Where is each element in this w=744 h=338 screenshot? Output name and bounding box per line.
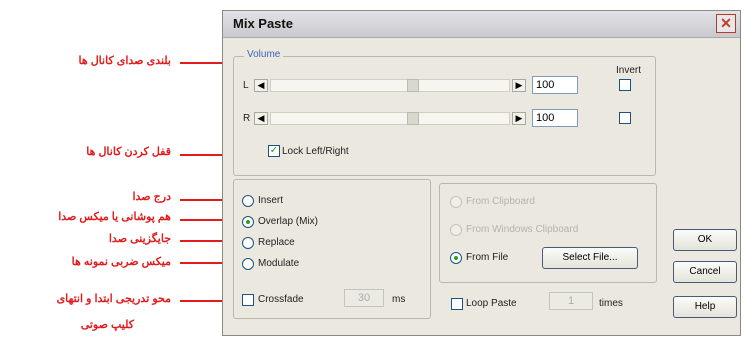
- left-slider-thumb[interactable]: [407, 79, 419, 92]
- dialog-title: Mix Paste: [233, 16, 293, 31]
- close-icon: ✕: [720, 15, 732, 31]
- left-slider-increase-button[interactable]: ▶: [512, 79, 526, 92]
- left-slider-decrease-button[interactable]: ◀: [254, 79, 268, 92]
- insert-radio[interactable]: [242, 195, 254, 207]
- right-slider-increase-button[interactable]: ▶: [512, 112, 526, 125]
- replace-radio[interactable]: [242, 237, 254, 249]
- loop-count-field[interactable]: 1: [549, 292, 593, 310]
- loop-times-label: times: [599, 298, 623, 309]
- lock-left-right-label[interactable]: Lock Left/Right: [282, 146, 349, 157]
- from-clipboard-radio[interactable]: [450, 196, 462, 208]
- from-clipboard-label[interactable]: From Clipboard: [466, 196, 535, 207]
- right-volume-field[interactable]: 100: [532, 109, 578, 127]
- loop-paste-label[interactable]: Loop Paste: [466, 298, 517, 309]
- left-volume-field[interactable]: 100: [532, 76, 578, 94]
- crossfade-checkbox[interactable]: [242, 294, 254, 306]
- right-channel-label: R: [243, 113, 251, 124]
- crossfade-label[interactable]: Crossfade: [258, 294, 304, 305]
- paste-mode-group: Insert Overlap (Mix) Replace Modulate Cr…: [233, 179, 431, 319]
- annotation-crossfade-line2: کلیپ صوتی: [80, 319, 134, 331]
- title-bar: Mix Paste ✕: [223, 11, 740, 38]
- crossfade-unit-label: ms: [392, 294, 406, 305]
- right-volume-slider[interactable]: [270, 112, 510, 125]
- annotation-crossfade-line1: محو تدریجی ابتدا و انتهای: [56, 293, 171, 305]
- volume-legend: Volume: [244, 49, 284, 60]
- volume-group: Volume Invert L ◀ ▶ 100 R ◀ ▶ 100 ✓ Lock…: [233, 49, 656, 176]
- left-invert-checkbox[interactable]: [619, 79, 631, 91]
- from-windows-clipboard-label[interactable]: From Windows Clipboard: [466, 224, 578, 235]
- loop-paste-checkbox[interactable]: [451, 298, 463, 310]
- annotation-insert: درج صدا: [132, 191, 171, 203]
- arrow-right-icon: ▶: [515, 80, 523, 90]
- help-button[interactable]: Help: [673, 296, 737, 318]
- from-windows-clipboard-radio[interactable]: [450, 224, 462, 236]
- insert-label[interactable]: Insert: [258, 195, 283, 206]
- right-invert-checkbox[interactable]: [619, 112, 631, 124]
- arrow-left-icon: ◀: [257, 113, 265, 123]
- overlap-mix-radio[interactable]: [242, 216, 254, 228]
- select-file-button[interactable]: Select File...: [542, 247, 638, 269]
- invert-label: Invert: [616, 65, 642, 76]
- crossfade-ms-field[interactable]: 30: [344, 289, 384, 307]
- right-slider-thumb[interactable]: [407, 112, 419, 125]
- annotation-modulate: میکس ضربی نمونه ها: [71, 256, 171, 268]
- mix-paste-dialog: Mix Paste ✕ Volume Invert L ◀ ▶ 100 R ◀ …: [222, 10, 741, 336]
- ok-button[interactable]: OK: [673, 229, 737, 251]
- modulate-label[interactable]: Modulate: [258, 258, 299, 269]
- from-file-radio[interactable]: [450, 252, 462, 264]
- left-channel-label: L: [243, 80, 249, 91]
- from-file-label[interactable]: From File: [466, 252, 508, 263]
- annotation-replace: جایگزینی صدا: [108, 233, 171, 245]
- arrow-left-icon: ◀: [257, 80, 265, 90]
- annotation-volume-level: بلندی صدای کانال ها: [78, 55, 171, 67]
- modulate-radio[interactable]: [242, 258, 254, 270]
- lock-left-right-checkbox[interactable]: ✓: [268, 145, 280, 157]
- right-slider-decrease-button[interactable]: ◀: [254, 112, 268, 125]
- replace-label[interactable]: Replace: [258, 237, 295, 248]
- close-button[interactable]: ✕: [716, 14, 736, 33]
- overlap-mix-label[interactable]: Overlap (Mix): [258, 216, 318, 227]
- source-group: From Clipboard From Windows Clipboard Fr…: [439, 183, 657, 283]
- annotation-overlap: هم پوشانی یا میکس صدا: [58, 211, 171, 223]
- arrow-right-icon: ▶: [515, 113, 523, 123]
- annotation-lock-channels: قفل کردن کانال ها: [86, 146, 171, 158]
- cancel-button[interactable]: Cancel: [673, 261, 737, 283]
- left-volume-slider[interactable]: [270, 79, 510, 92]
